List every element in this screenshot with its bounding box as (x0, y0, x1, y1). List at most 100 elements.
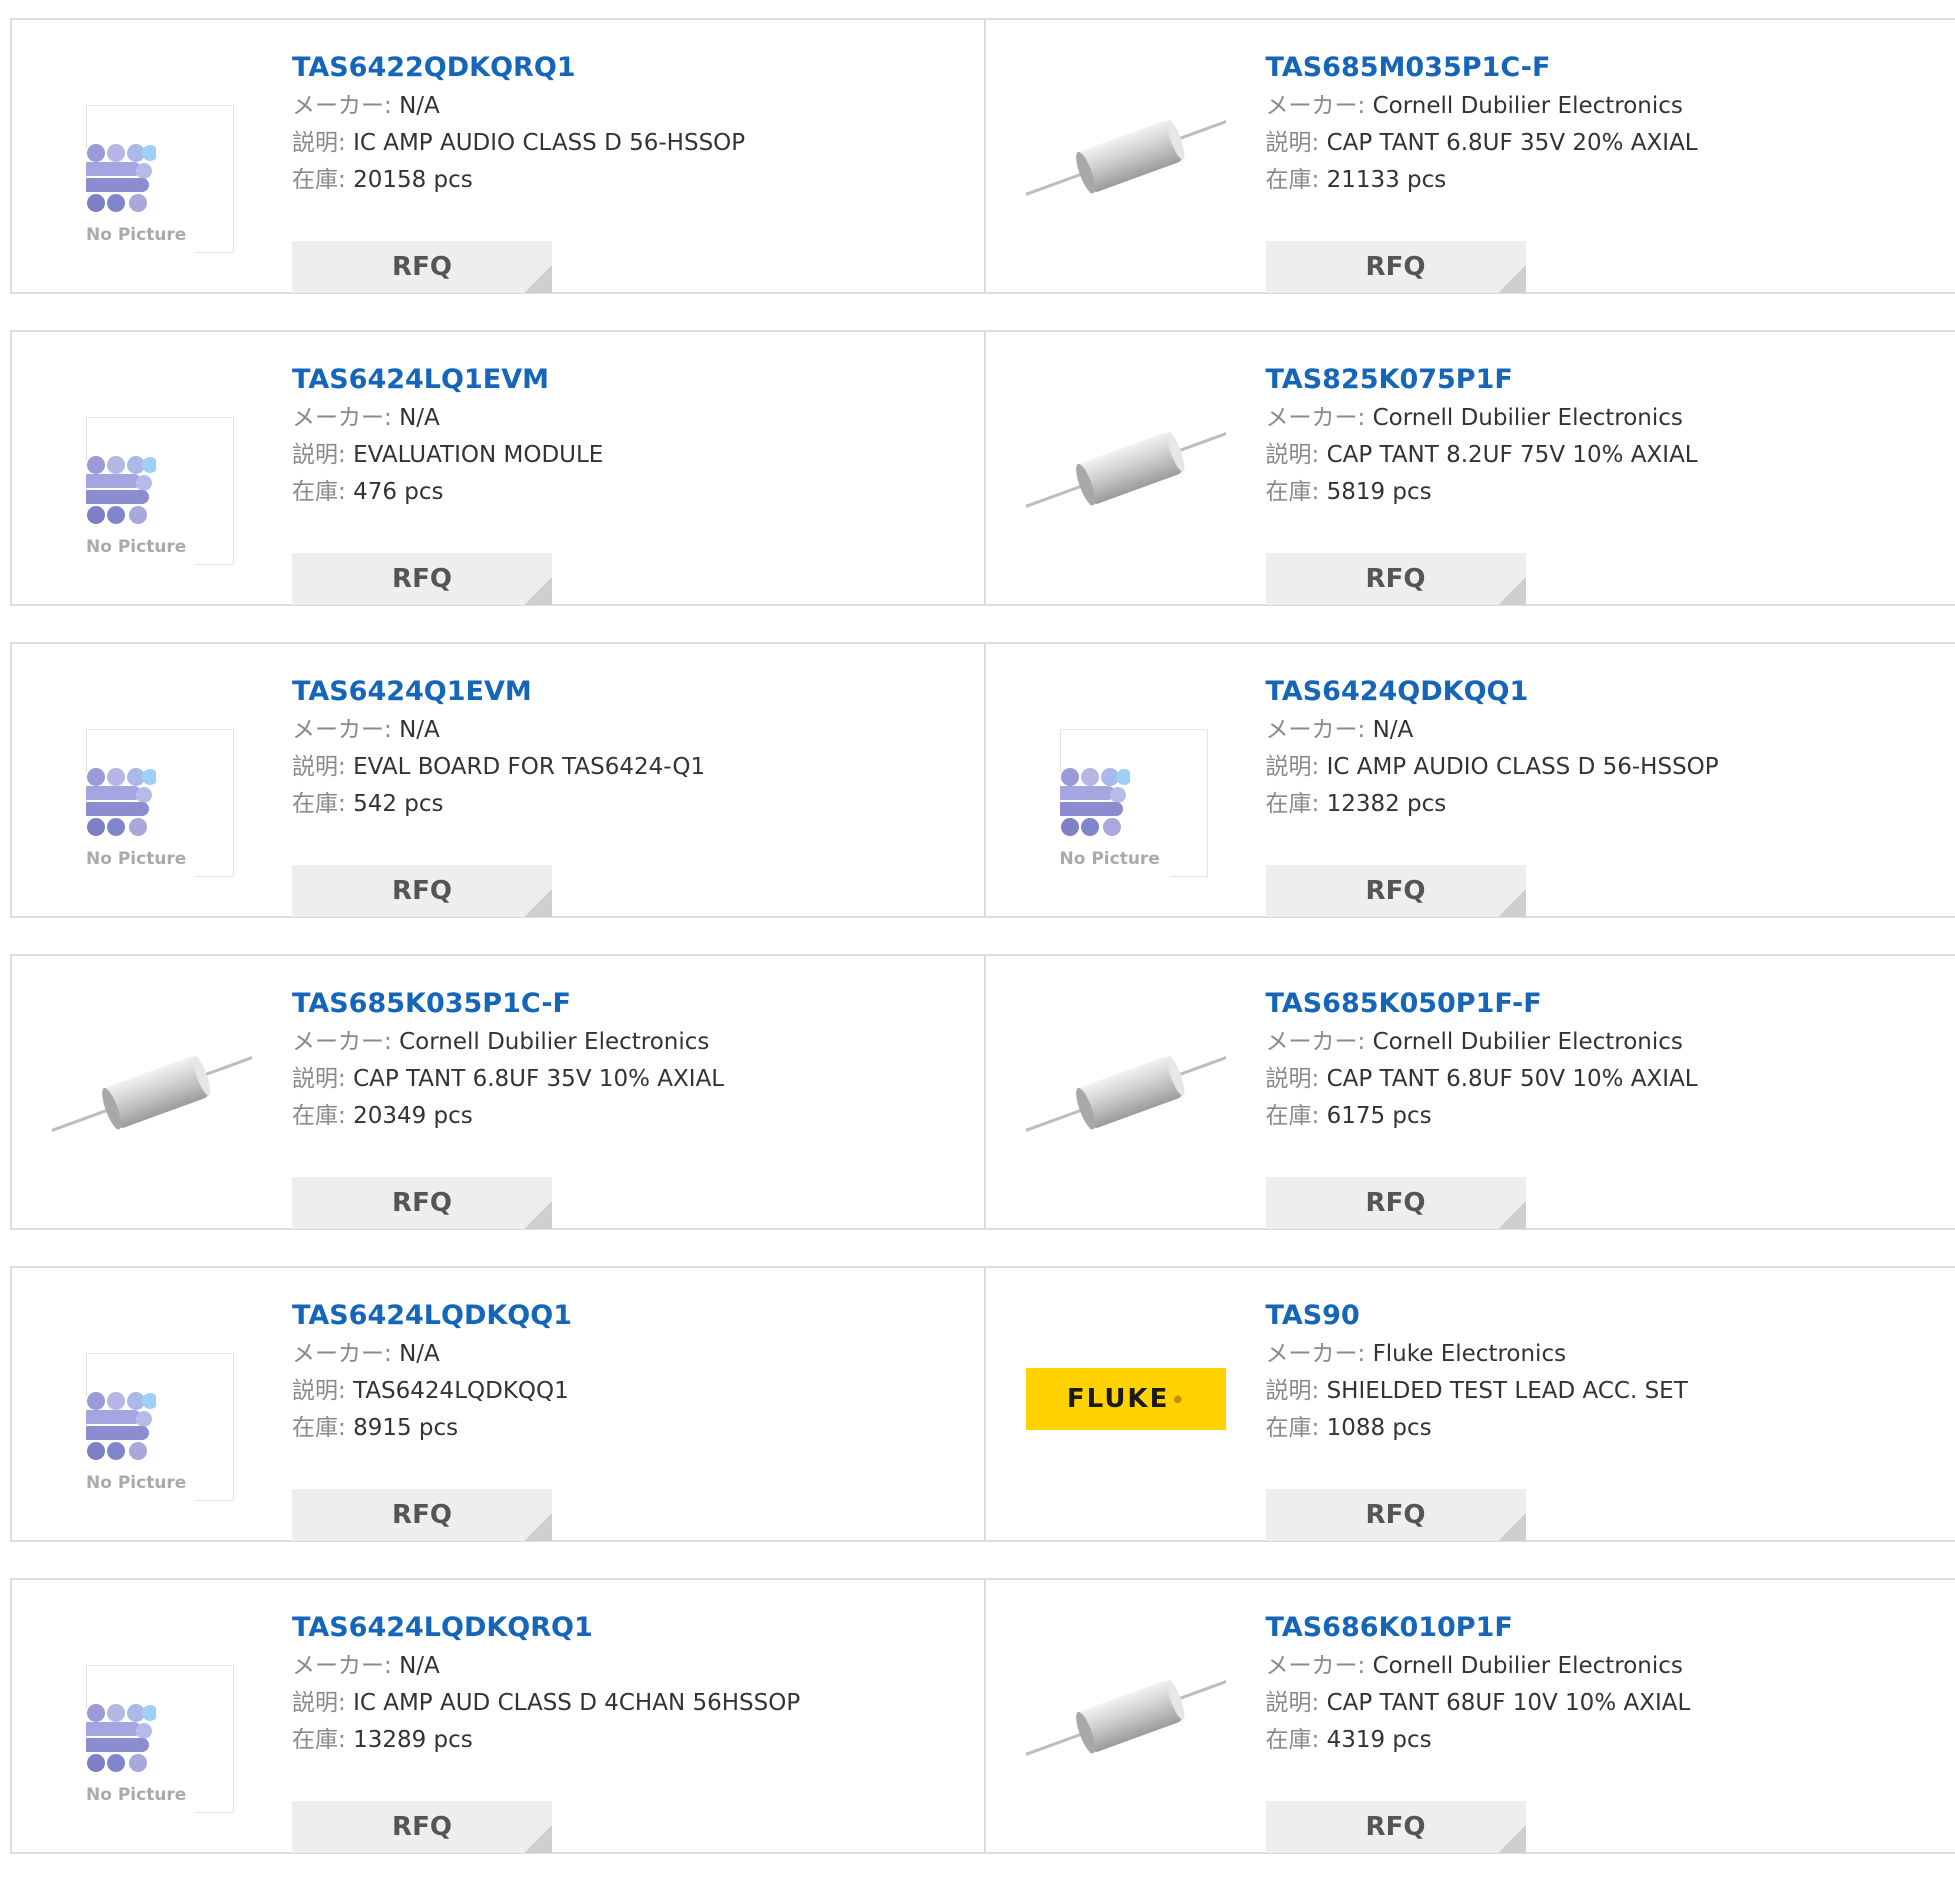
description-label: 説明: (292, 442, 346, 468)
stock-label: 在庫: (1266, 791, 1320, 817)
part-number-link[interactable]: TAS825K075P1F (1266, 360, 1955, 400)
manufacturer-row: メーカー: N/A (292, 88, 984, 125)
stock-value: 542 pcs (353, 791, 443, 817)
stock-row: 在庫: 5819 pcs (1266, 474, 1955, 511)
fluke-logo: FLUKE● (1026, 1368, 1226, 1430)
part-number-link[interactable]: TAS6424LQDKQQ1 (292, 1296, 984, 1336)
stock-row: 在庫: 21133 pcs (1266, 162, 1955, 199)
product-card: No Picture TAS6424LQDKQQ1 メーカー: N/A 説明: … (12, 1268, 984, 1540)
no-picture-icon (86, 143, 156, 213)
manufacturer-row: メーカー: N/A (1266, 712, 1955, 749)
manufacturer-value: Cornell Dubilier Electronics (1373, 93, 1683, 119)
product-image[interactable]: No Picture (52, 1618, 252, 1818)
manufacturer-label: メーカー: (292, 1341, 392, 1367)
part-number-link[interactable]: TAS6424Q1EVM (292, 672, 984, 712)
stock-label: 在庫: (292, 479, 346, 505)
stock-value: 20349 pcs (353, 1103, 473, 1129)
rfq-button[interactable]: RFQ (1266, 241, 1526, 293)
product-image[interactable] (1026, 1618, 1226, 1818)
stock-row: 在庫: 476 pcs (292, 474, 984, 511)
product-image[interactable] (1026, 58, 1226, 258)
manufacturer-label: メーカー: (292, 1653, 392, 1679)
no-picture-label: No Picture (86, 537, 188, 557)
part-number-link[interactable]: TAS6424LQ1EVM (292, 360, 984, 400)
no-picture-icon (1060, 767, 1130, 837)
stock-row: 在庫: 1088 pcs (1266, 1410, 1955, 1447)
description-value: EVAL BOARD FOR TAS6424-Q1 (353, 754, 705, 780)
product-card: TAS685M035P1C-F メーカー: Cornell Dubilier E… (984, 20, 1955, 292)
rfq-button[interactable]: RFQ (1266, 1801, 1526, 1853)
manufacturer-value: Cornell Dubilier Electronics (399, 1029, 709, 1055)
no-picture-label: No Picture (86, 1473, 188, 1493)
description-value: IC AMP AUDIO CLASS D 56-HSSOP (1327, 754, 1719, 780)
product-row: No Picture TAS6424LQ1EVM メーカー: N/A 説明: E… (10, 330, 1955, 606)
rfq-label: RFQ (1366, 1500, 1426, 1530)
rfq-button[interactable]: RFQ (1266, 553, 1526, 605)
stock-label: 在庫: (1266, 1727, 1320, 1753)
no-picture-icon (86, 1703, 156, 1773)
rfq-button[interactable]: RFQ (292, 241, 552, 293)
part-number-link[interactable]: TAS6424QDKQQ1 (1266, 672, 1955, 712)
stock-row: 在庫: 4319 pcs (1266, 1722, 1955, 1759)
description-row: 説明: IC AMP AUDIO CLASS D 56-HSSOP (1266, 749, 1955, 786)
manufacturer-value: Cornell Dubilier Electronics (1373, 1029, 1683, 1055)
stock-label: 在庫: (1266, 167, 1320, 193)
rfq-button[interactable]: RFQ (292, 865, 552, 917)
product-image[interactable]: No Picture (52, 58, 252, 258)
product-image[interactable]: No Picture (52, 1306, 252, 1506)
rfq-label: RFQ (392, 564, 452, 594)
rfq-button[interactable]: RFQ (292, 1177, 552, 1229)
part-number-link[interactable]: TAS685M035P1C-F (1266, 48, 1955, 88)
product-card: TAS686K010P1F メーカー: Cornell Dubilier Ele… (984, 1580, 1955, 1852)
manufacturer-label: メーカー: (1266, 717, 1366, 743)
rfq-button[interactable]: RFQ (292, 1801, 552, 1853)
description-value: SHIELDED TEST LEAD ACC. SET (1327, 1378, 1688, 1404)
rfq-button[interactable]: RFQ (292, 1489, 552, 1541)
part-number-link[interactable]: TAS686K010P1F (1266, 1608, 1955, 1648)
product-info: TAS6424QDKQQ1 メーカー: N/A 説明: IC AMP AUDIO… (1266, 672, 1955, 823)
corner-triangle-icon (1498, 1825, 1526, 1853)
product-card: No Picture TAS6424LQDKQRQ1 メーカー: N/A 説明:… (12, 1580, 984, 1852)
product-image[interactable]: No Picture (52, 370, 252, 570)
manufacturer-label: メーカー: (1266, 405, 1366, 431)
rfq-label: RFQ (392, 252, 452, 282)
description-label: 説明: (1266, 130, 1320, 156)
rfq-button[interactable]: RFQ (292, 553, 552, 605)
product-image[interactable] (1026, 994, 1226, 1194)
product-image[interactable]: No Picture (52, 682, 252, 882)
description-value: CAP TANT 6.8UF 50V 10% AXIAL (1327, 1066, 1698, 1092)
description-label: 説明: (292, 1378, 346, 1404)
rfq-button[interactable]: RFQ (1266, 1177, 1526, 1229)
part-number-link[interactable]: TAS685K035P1C-F (292, 984, 984, 1024)
rfq-button[interactable]: RFQ (1266, 865, 1526, 917)
manufacturer-label: メーカー: (1266, 93, 1366, 119)
product-row: No Picture TAS6424LQDKQQ1 メーカー: N/A 説明: … (10, 1266, 1955, 1542)
product-image[interactable] (1026, 370, 1226, 570)
axial-capacitor-icon (1026, 370, 1226, 570)
part-number-link[interactable]: TAS685K050P1F-F (1266, 984, 1955, 1024)
description-value: CAP TANT 8.2UF 75V 10% AXIAL (1327, 442, 1698, 468)
part-number-link[interactable]: TAS6422QDKQRQ1 (292, 48, 984, 88)
corner-triangle-icon (1498, 889, 1526, 917)
part-number-link[interactable]: TAS6424LQDKQRQ1 (292, 1608, 984, 1648)
stock-value: 8915 pcs (353, 1415, 458, 1441)
part-number-link[interactable]: TAS90 (1266, 1296, 1955, 1336)
manufacturer-label: メーカー: (292, 93, 392, 119)
manufacturer-row: メーカー: Cornell Dubilier Electronics (1266, 88, 1955, 125)
rfq-button[interactable]: RFQ (1266, 1489, 1526, 1541)
product-info: TAS6424LQDKQQ1 メーカー: N/A 説明: TAS6424LQDK… (292, 1296, 984, 1447)
product-info: TAS6424LQ1EVM メーカー: N/A 説明: EVALUATION M… (292, 360, 984, 511)
no-picture-label: No Picture (1060, 849, 1162, 869)
corner-triangle-icon (524, 889, 552, 917)
no-picture-icon (86, 767, 156, 837)
description-label: 説明: (1266, 1690, 1320, 1716)
product-image[interactable]: FLUKE● (1026, 1306, 1226, 1506)
product-image[interactable] (52, 994, 252, 1194)
manufacturer-label: メーカー: (1266, 1029, 1366, 1055)
rfq-label: RFQ (1366, 564, 1426, 594)
product-image[interactable]: No Picture (1026, 682, 1226, 882)
corner-triangle-icon (1498, 265, 1526, 293)
description-row: 説明: IC AMP AUD CLASS D 4CHAN 56HSSOP (292, 1685, 984, 1722)
stock-row: 在庫: 6175 pcs (1266, 1098, 1955, 1135)
rfq-label: RFQ (392, 1188, 452, 1218)
